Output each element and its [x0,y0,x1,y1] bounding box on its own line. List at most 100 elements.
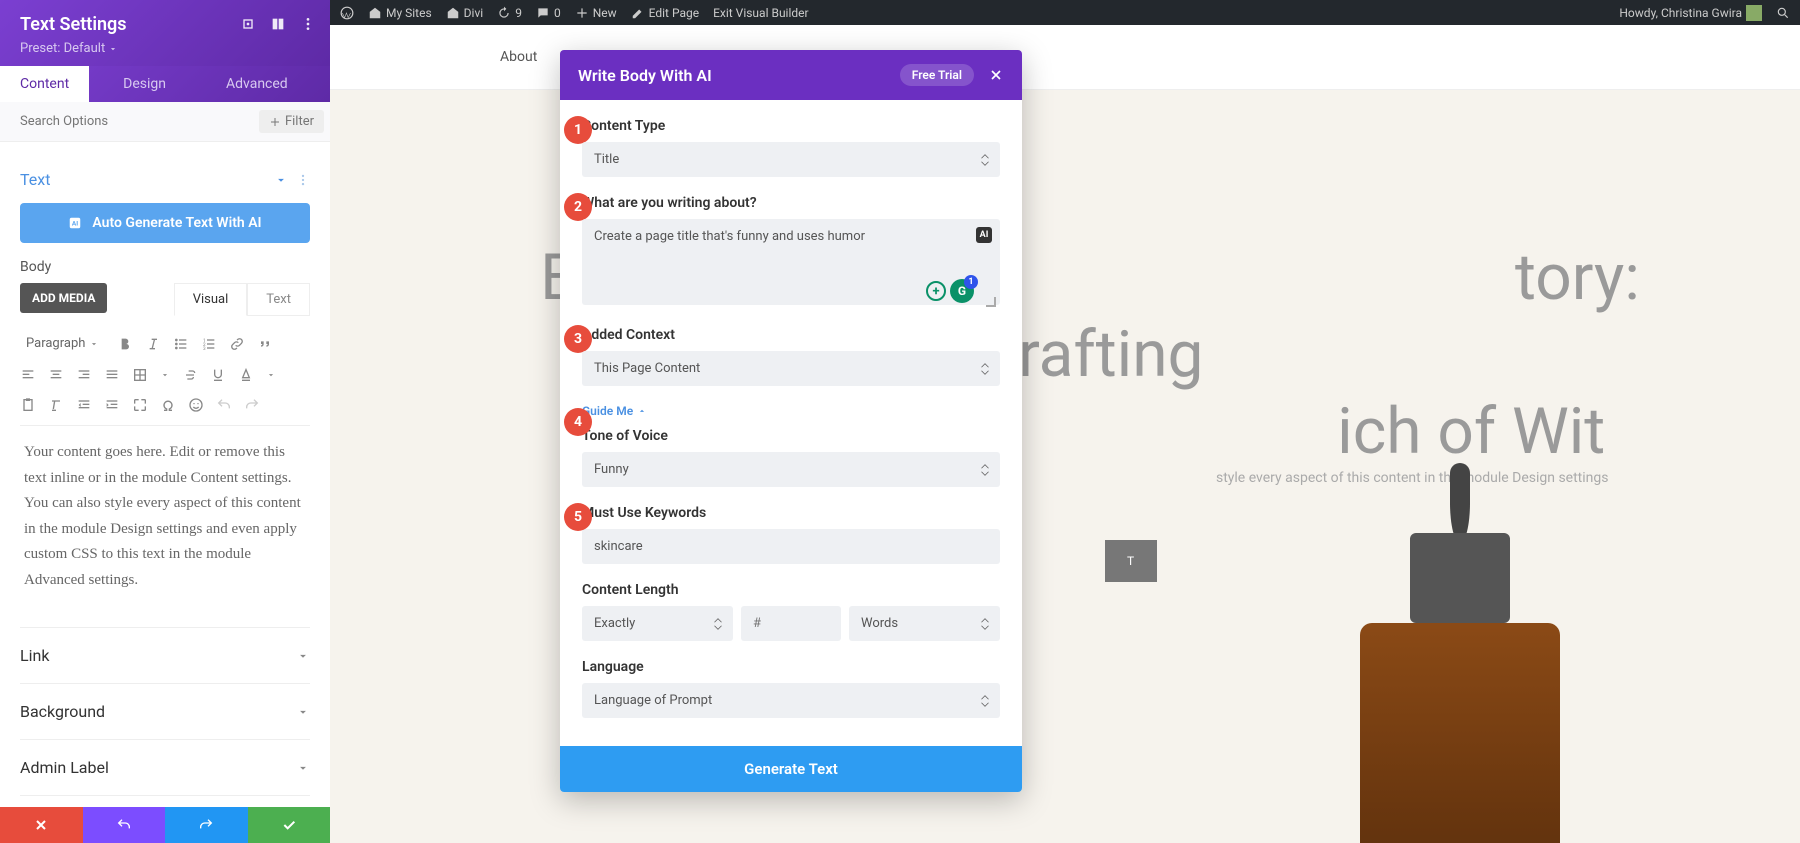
layout-icon[interactable] [270,16,286,32]
free-trial-badge[interactable]: Free Trial [900,64,974,86]
step-badge-1: 1 [564,116,592,144]
keywords-label: Must Use Keywords [582,505,1000,521]
list-ul-icon[interactable] [173,336,189,352]
fullscreen-icon[interactable] [132,397,148,413]
svg-text:3: 3 [203,346,206,352]
about-label: What are you writing about? [582,195,1000,211]
rte-tab-visual[interactable]: Visual [174,283,248,316]
tab-advanced[interactable]: Advanced [206,66,308,102]
underline-icon[interactable] [210,367,226,383]
tone-select[interactable]: Funny [582,452,1000,487]
align-justify-icon[interactable] [104,367,120,383]
save-button[interactable] [248,807,331,843]
outdent-icon[interactable] [76,397,92,413]
admin-label-accordion[interactable]: Admin Label [20,740,310,796]
text-settings-sidebar: Text Settings Preset: Default Content De… [0,0,330,843]
chevron-down-icon [296,705,310,719]
bold-icon[interactable] [117,336,133,352]
svg-text:AI: AI [72,219,78,227]
undo-footer-button[interactable] [83,807,166,843]
emoji-icon[interactable] [188,397,204,413]
text-color-icon[interactable] [238,367,254,383]
sidebar-header: Text Settings Preset: Default [0,0,330,66]
site-switch[interactable]: Divi [446,6,484,20]
link-icon[interactable] [229,336,245,352]
redo-icon[interactable] [244,397,260,413]
align-right-icon[interactable] [76,367,92,383]
page-canvas: D d About Shop Services Blog Contact ElX… [330,25,1800,843]
my-sites-link[interactable]: My Sites [368,6,432,20]
modal-title: Write Body With AI [578,66,712,85]
tab-content[interactable]: Content [0,66,89,102]
rte-content-area[interactable]: Your content goes here. Edit or remove t… [20,426,310,607]
format-dropdown[interactable]: Paragraph [20,334,105,353]
grammarly-add-icon[interactable]: + [926,281,946,301]
context-label: Added Context [582,327,1000,343]
new-link[interactable]: New [575,6,617,20]
comments-link[interactable]: 0 [536,6,561,20]
resize-handle-icon[interactable] [986,297,996,307]
howdy-user[interactable]: Howdy, Christina Gwira [1619,5,1762,21]
wp-admin-bar: My Sites Divi 9 0 New Edit Page Exit Vis… [330,0,1800,25]
cancel-button[interactable] [0,807,83,843]
options-dots-icon[interactable] [296,173,310,187]
edit-page-link[interactable]: Edit Page [631,6,699,20]
tab-design[interactable]: Design [103,66,186,102]
ai-suggest-icon[interactable]: AI [976,227,992,243]
body-field-label: Body [20,259,310,275]
ai-write-modal: Write Body With AI Free Trial 1 Content … [560,50,1022,792]
content-type-label: Content Type [582,118,1000,134]
undo-icon[interactable] [216,397,232,413]
strike-icon[interactable] [182,367,198,383]
search-options-input[interactable] [20,114,249,129]
context-select[interactable]: This Page Content [582,351,1000,386]
wp-logo[interactable] [340,6,354,20]
quote-icon[interactable] [257,336,273,352]
content-type-select[interactable]: Title [582,142,1000,177]
expand-icon[interactable] [240,16,256,32]
sidebar-tabs: Content Design Advanced [0,66,330,102]
background-accordion[interactable]: Background [20,684,310,740]
link-accordion[interactable]: Link [20,628,310,684]
align-left-icon[interactable] [20,367,36,383]
exit-visual-builder-link[interactable]: Exit Visual Builder [713,6,809,20]
nav-about[interactable]: About [500,49,537,65]
step-badge-3: 3 [564,325,592,353]
chevron-up-icon [274,173,288,187]
indent-icon[interactable] [104,397,120,413]
omega-icon[interactable] [160,397,176,413]
step-badge-2: 2 [564,193,592,221]
chevron-down-icon [296,761,310,775]
length-unit-select[interactable]: Words [849,606,1000,641]
site-nav: D d About Shop Services Blog Contact [330,25,1800,90]
table-icon[interactable] [132,367,148,383]
grammarly-widget[interactable]: + G [926,279,974,303]
grammarly-icon[interactable]: G [950,279,974,303]
clear-format-icon[interactable] [48,397,64,413]
hero-cta-button[interactable]: T [1105,540,1157,582]
updates-link[interactable]: 9 [497,6,522,20]
guide-me-link[interactable]: Guide Me [582,404,1000,418]
redo-footer-button[interactable] [165,807,248,843]
rte-tab-text[interactable]: Text [247,283,310,316]
keywords-input[interactable] [582,529,1000,564]
length-mode-select[interactable]: Exactly [582,606,733,641]
more-icon[interactable] [300,16,316,32]
search-admin-icon[interactable] [1776,6,1790,20]
text-accordion-header[interactable]: Text [20,156,310,203]
list-ol-icon[interactable]: 123 [201,336,217,352]
align-center-icon[interactable] [48,367,64,383]
paste-icon[interactable] [20,397,36,413]
add-media-button[interactable]: ADD MEDIA [20,283,107,313]
language-select[interactable]: Language of Prompt [582,683,1000,718]
step-badge-5: 5 [564,503,592,531]
length-number-input[interactable] [741,606,841,641]
length-label: Content Length [582,582,1000,598]
italic-icon[interactable] [145,336,161,352]
generate-text-button[interactable]: Generate Text [560,746,1022,792]
close-icon[interactable] [988,67,1004,83]
preset-dropdown[interactable]: Preset: Default [20,41,310,56]
product-image [1330,533,1590,843]
filter-button[interactable]: Filter [259,110,324,133]
auto-generate-button[interactable]: AI Auto Generate Text With AI [20,203,310,243]
